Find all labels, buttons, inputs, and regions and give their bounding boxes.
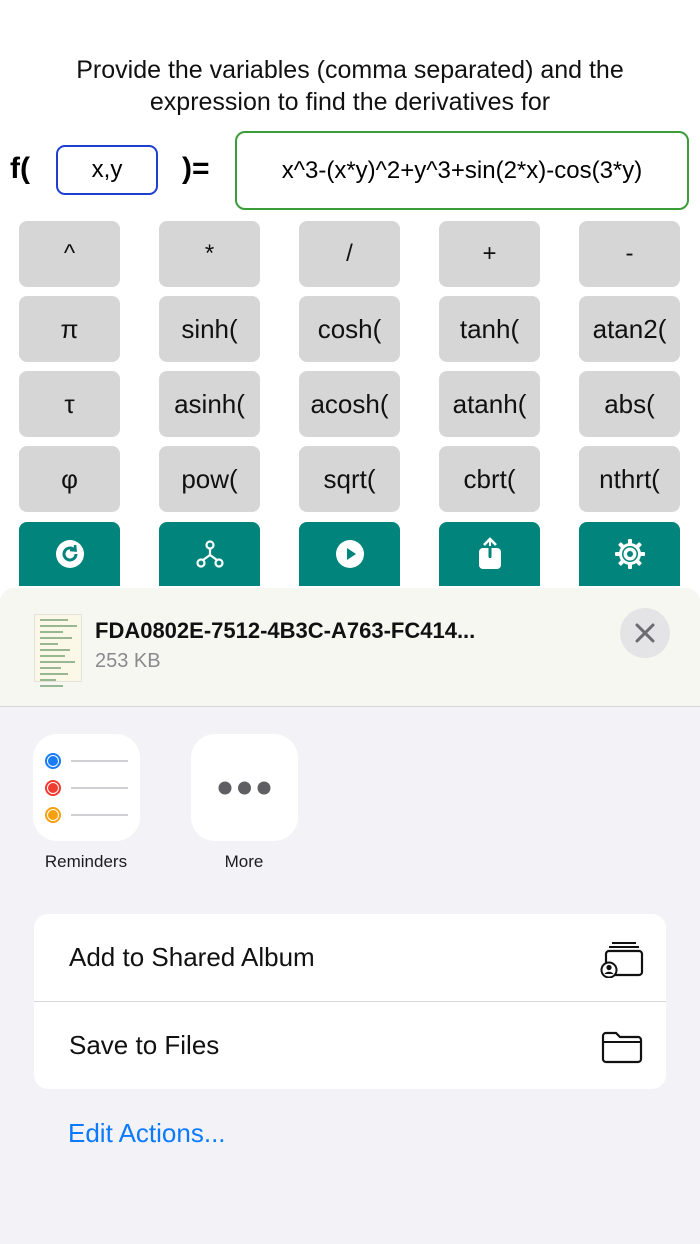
folder-icon — [601, 1031, 643, 1064]
file-thumbnail — [34, 614, 82, 687]
expression-input[interactable]: x^3-(x*y)^2+y^3+sin(2*x)-cos(3*y) — [235, 131, 689, 210]
key-plus[interactable]: + — [439, 221, 540, 287]
key-tanh[interactable]: tanh( — [439, 296, 540, 362]
equals-label: )= — [182, 152, 210, 185]
share-sheet-header: FDA0802E-7512-4B3C-A763-FC414... 253 KB — [0, 588, 700, 707]
key-tau[interactable]: τ — [19, 371, 120, 437]
derivative-calculator: Provide the variables (comma separated) … — [0, 0, 700, 600]
share-sheet: FDA0802E-7512-4B3C-A763-FC414... 253 KB … — [0, 588, 700, 1244]
key-caret[interactable]: ^ — [19, 221, 120, 287]
key-nthrt[interactable]: nthrt( — [579, 446, 680, 512]
key-sinh[interactable]: sinh( — [159, 296, 260, 362]
settings-button[interactable] — [579, 522, 680, 586]
key-acosh[interactable]: acosh( — [299, 371, 400, 437]
instruction-line-2: expression to find the derivatives for — [149, 88, 551, 116]
more-app-tile[interactable] — [191, 734, 298, 841]
key-atan2[interactable]: atan2( — [579, 296, 680, 362]
file-name: FDA0802E-7512-4B3C-A763-FC414... — [95, 618, 476, 643]
settings-icon — [614, 539, 645, 569]
function-label: f( — [10, 152, 30, 185]
more-icon — [218, 781, 271, 795]
instruction-line-1: Provide the variables (comma separated) … — [76, 56, 624, 84]
key-multiply[interactable]: * — [159, 221, 260, 287]
close-icon — [635, 623, 655, 643]
reminders-icon — [45, 753, 128, 823]
edit-actions-link[interactable]: Edit Actions... — [68, 1118, 226, 1149]
actions-list: Add to Shared Album Save to Files — [34, 914, 666, 1089]
refresh-icon — [55, 540, 84, 568]
action-label: Save to Files — [69, 1030, 220, 1060]
share-button[interactable] — [439, 522, 540, 586]
add-to-shared-album-action[interactable]: Add to Shared Album — [34, 914, 666, 1001]
key-pi[interactable]: π — [19, 296, 120, 362]
key-cosh[interactable]: cosh( — [299, 296, 400, 362]
play-icon — [335, 540, 364, 568]
shared-album-icon — [600, 942, 644, 978]
reminders-label: Reminders — [44, 852, 128, 871]
action-label: Add to Shared Album — [69, 942, 315, 972]
key-divide[interactable]: / — [299, 221, 400, 287]
key-pow[interactable]: pow( — [159, 446, 260, 512]
reminders-app-tile[interactable] — [33, 734, 140, 841]
tree-icon — [195, 540, 224, 568]
key-minus[interactable]: - — [579, 221, 680, 287]
key-sqrt[interactable]: sqrt( — [299, 446, 400, 512]
variables-input[interactable]: x,y — [56, 145, 158, 195]
key-atanh[interactable]: atanh( — [439, 371, 540, 437]
tree-button[interactable] — [159, 522, 260, 586]
save-to-files-action[interactable]: Save to Files — [34, 1002, 666, 1089]
file-size: 253 KB — [95, 650, 161, 672]
key-cbrt[interactable]: cbrt( — [439, 446, 540, 512]
key-asinh[interactable]: asinh( — [159, 371, 260, 437]
instruction-text: Provide the variables (comma separated) … — [0, 54, 700, 118]
close-button[interactable] — [620, 608, 670, 658]
more-label: More — [224, 852, 264, 871]
key-abs[interactable]: abs( — [579, 371, 680, 437]
share-icon — [478, 537, 501, 569]
key-phi[interactable]: φ — [19, 446, 120, 512]
run-button[interactable] — [299, 522, 400, 586]
reset-button[interactable] — [19, 522, 120, 586]
